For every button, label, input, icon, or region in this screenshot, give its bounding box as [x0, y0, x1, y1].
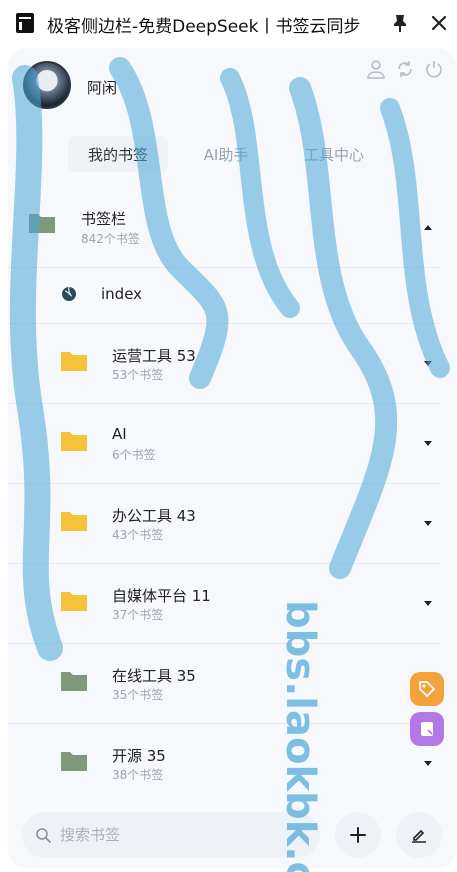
note-fab-button[interactable] — [410, 712, 444, 746]
chevron-up-icon[interactable] — [422, 222, 434, 234]
folder-count: 842个书签 — [81, 232, 140, 246]
sidebar-panel: 阿闲 我的书签 AI助手 工具中心 书签栏 842个书签 index 运营工具 … — [8, 48, 456, 868]
tab-ai-assistant[interactable]: AI助手 — [176, 136, 276, 172]
chevron-down-icon[interactable] — [422, 357, 434, 369]
folder-title: 书签栏 — [81, 210, 127, 228]
folder-icon — [61, 592, 87, 611]
folder-title: AI — [112, 425, 127, 443]
folder-row-root[interactable]: 书签栏 842个书签 — [8, 188, 456, 268]
folder-icon — [61, 672, 87, 691]
window-title: 极客侧边栏-免费DeepSeek丨书签云同步 — [47, 17, 361, 37]
folder-title: 自媒体平台 11 — [112, 587, 211, 605]
folder-icon — [61, 352, 87, 371]
search-input[interactable] — [22, 812, 320, 858]
folder-count: 43个书签 — [112, 528, 164, 542]
chevron-down-icon[interactable] — [422, 437, 434, 449]
folder-row[interactable]: 开源 35 38个书签 — [8, 724, 456, 804]
folder-row[interactable]: 运营工具 53 53个书签 — [8, 324, 456, 404]
note-icon — [421, 722, 433, 736]
app-icon — [16, 13, 34, 33]
pin-icon[interactable] — [389, 12, 411, 34]
folder-row[interactable]: 在线工具 35 35个书签 — [8, 644, 456, 724]
user-header: 阿闲 — [8, 48, 456, 123]
add-bookmark-button[interactable] — [335, 812, 381, 858]
plus-icon — [350, 827, 366, 843]
bookmark-row-index[interactable]: index — [8, 268, 456, 324]
search-icon — [36, 828, 51, 843]
chevron-down-icon[interactable] — [422, 597, 434, 609]
folder-title: 在线工具 35 — [112, 667, 196, 685]
chevron-down-icon[interactable] — [422, 757, 434, 769]
folder-count: 38个书签 — [112, 768, 164, 782]
edit-button[interactable] — [396, 812, 442, 858]
folder-title: 运营工具 53 — [112, 347, 196, 365]
folder-title: 办公工具 43 — [112, 507, 196, 525]
edit-icon — [412, 829, 426, 843]
folder-count: 35个书签 — [112, 688, 164, 702]
folder-title: 开源 35 — [112, 747, 166, 765]
tag-fab-button[interactable] — [410, 672, 444, 706]
bookmark-title: index — [101, 285, 143, 303]
power-icon[interactable] — [424, 59, 444, 79]
sync-icon[interactable] — [395, 59, 415, 79]
folder-icon — [29, 214, 55, 233]
chevron-down-icon[interactable] — [422, 517, 434, 529]
folder-row[interactable]: 办公工具 43 43个书签 — [8, 484, 456, 564]
folder-row[interactable]: AI 6个书签 — [8, 404, 456, 484]
tab-tool-center[interactable]: 工具中心 — [284, 136, 384, 172]
folder-count: 6个书签 — [112, 448, 156, 462]
tag-icon — [419, 681, 436, 698]
user-icon[interactable] — [366, 59, 386, 79]
title-bar: 极客侧边栏-免费DeepSeek丨书签云同步 — [0, 0, 457, 48]
tab-my-bookmarks[interactable]: 我的书签 — [68, 136, 168, 172]
folder-count: 53个书签 — [112, 368, 164, 382]
folder-icon — [61, 432, 87, 451]
folder-row[interactable]: 自媒体平台 11 37个书签 — [8, 564, 456, 644]
tab-bar: 我的书签 AI助手 工具中心 — [68, 136, 388, 172]
folder-count: 37个书签 — [112, 608, 164, 622]
avatar[interactable] — [23, 61, 71, 109]
folder-icon — [61, 752, 87, 771]
username: 阿闲 — [87, 79, 118, 97]
close-icon[interactable] — [428, 12, 450, 34]
globe-icon — [62, 286, 76, 301]
folder-icon — [61, 512, 87, 531]
bottom-bar — [8, 800, 456, 868]
